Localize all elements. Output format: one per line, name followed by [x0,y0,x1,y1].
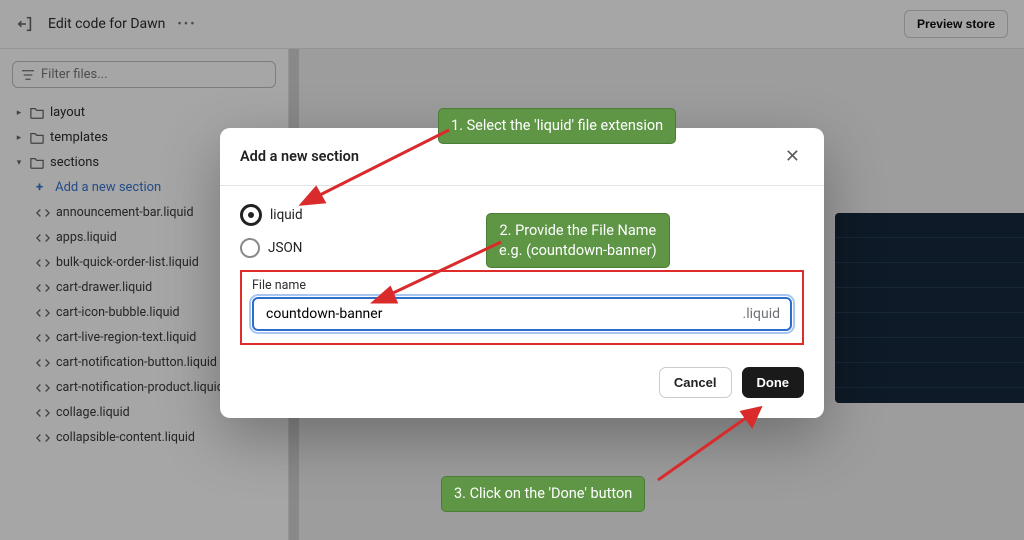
add-section-modal: Add a new section ✕ liquid JSON File nam… [220,128,824,418]
cancel-button[interactable]: Cancel [659,367,732,398]
radio-selected-icon [240,204,262,226]
callout-1: 1. Select the 'liquid' file extension [438,108,676,144]
radio-unselected-icon [240,238,260,258]
file-name-highlight-box: File name .liquid [240,270,804,345]
file-name-field[interactable]: .liquid [252,297,792,331]
done-button[interactable]: Done [742,367,805,398]
file-ext-label: .liquid [743,306,780,322]
file-name-label: File name [252,278,792,293]
callout-2: 2. Provide the File Name e.g. (countdown… [486,213,670,268]
callout-3: 3. Click on the 'Done' button [441,476,645,512]
close-icon[interactable]: ✕ [781,144,804,169]
modal-title: Add a new section [240,148,359,165]
file-name-input[interactable] [264,305,743,323]
